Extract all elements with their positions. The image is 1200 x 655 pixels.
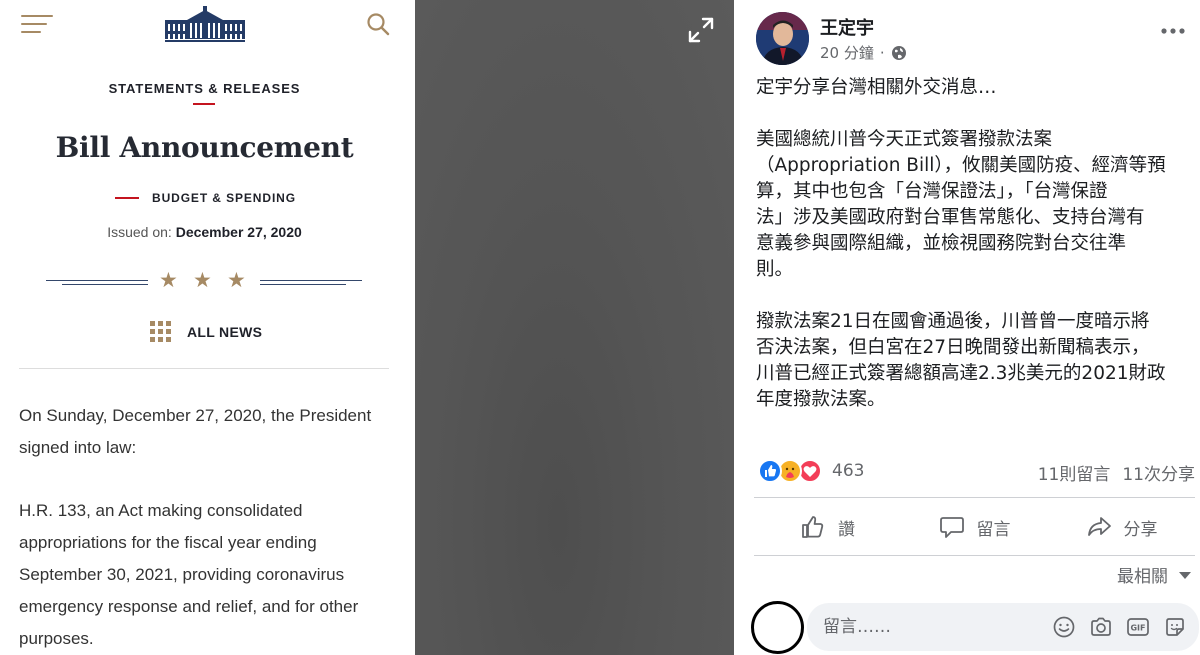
image-viewer[interactable]: [415, 0, 734, 655]
gif-icon[interactable]: GIF: [1126, 615, 1150, 639]
star-divider: ★ ★ ★: [46, 268, 362, 298]
sticker-icon[interactable]: [1163, 615, 1187, 639]
category-dash: [115, 197, 139, 199]
post-stats: 11則留言 11次分享: [1038, 460, 1195, 485]
whitehouse-page: STATEMENTS & RELEASES Bill Announcement …: [0, 0, 415, 655]
share-label: 分享: [1123, 519, 1158, 540]
category-link[interactable]: BUDGET & SPENDING: [115, 191, 296, 205]
hamburger-menu-icon[interactable]: [21, 15, 53, 33]
article-body: On Sunday, December 27, 2020, the Presid…: [19, 400, 399, 655]
post-paragraph: 撥款法案21日在國會通過後，川普曾一度暗示將 否決法案，但白宮在27日晚間發出新…: [756, 311, 1166, 410]
comment-count[interactable]: 11則留言: [1038, 460, 1111, 485]
article-paragraph: On Sunday, December 27, 2020, the Presid…: [19, 406, 372, 457]
post-meta: 20 分鐘 ·: [820, 42, 907, 63]
post-paragraph: 美國總統川普今天正式簽署撥款法案 （Appropriation Bill），攸關…: [756, 129, 1166, 280]
camera-icon[interactable]: [1089, 615, 1113, 639]
section-underline: [193, 103, 215, 105]
like-label: 讚: [838, 519, 855, 540]
share-button[interactable]: 分享: [1048, 506, 1195, 548]
comment-label: 留言: [976, 519, 1011, 540]
commenter-avatar: [751, 601, 804, 654]
svg-text:GIF: GIF: [1130, 624, 1145, 633]
post-paragraph: 定宇分享台灣相關外交消息…: [756, 77, 997, 98]
grid-icon: [150, 321, 171, 342]
search-icon[interactable]: [366, 12, 390, 36]
like-button[interactable]: 讚: [754, 506, 901, 548]
section-heading[interactable]: STATEMENTS & RELEASES: [0, 81, 409, 96]
comment-box[interactable]: GIF: [807, 603, 1199, 651]
issued-date: Issued on: December 27, 2020: [0, 224, 409, 240]
avatar[interactable]: [756, 12, 809, 65]
article-paragraph: H.R. 133, an Act making consolidated app…: [19, 501, 359, 648]
sort-label: 最相關: [1117, 567, 1168, 587]
post-time[interactable]: 20 分鐘: [820, 42, 874, 63]
reactions-summary[interactable]: 463: [758, 458, 864, 484]
caret-down-icon: [1179, 571, 1191, 579]
star-icon: ★: [193, 268, 212, 292]
issued-label: Issued on:: [107, 224, 172, 240]
expand-icon[interactable]: [687, 16, 715, 44]
share-arrow-icon: [1087, 517, 1111, 536]
globe-icon: [891, 45, 906, 60]
star-icon: ★: [227, 268, 246, 292]
post-actions: 讚 留言 分享: [754, 506, 1195, 548]
reaction-count: 463: [832, 461, 865, 481]
comment-button[interactable]: 留言: [901, 506, 1048, 548]
post-text: 定宇分享台灣相關外交消息… 美國總統川普今天正式簽署撥款法案 （Appropri…: [756, 75, 1196, 439]
all-news-link[interactable]: ALL NEWS: [150, 321, 262, 342]
comment-sort-dropdown[interactable]: 最相關: [1117, 562, 1192, 587]
more-options-icon[interactable]: [1160, 25, 1186, 37]
divider: [754, 555, 1195, 556]
emoji-icon[interactable]: [1052, 615, 1076, 639]
all-news-label: ALL NEWS: [187, 323, 263, 340]
page-title: Bill Announcement: [55, 131, 354, 164]
comment-input[interactable]: [823, 613, 1023, 641]
comment-bubble-icon: [939, 517, 964, 538]
divider: [754, 497, 1195, 498]
meta-separator: ·: [879, 43, 885, 62]
thumbs-up-icon: [802, 516, 824, 538]
white-house-logo[interactable]: [165, 6, 245, 42]
star-icon: ★: [159, 268, 178, 292]
issued-date-value: December 27, 2020: [175, 224, 302, 240]
category-label: BUDGET & SPENDING: [152, 191, 296, 205]
share-count[interactable]: 11次分享: [1122, 460, 1195, 485]
facebook-post: 王定宇 20 分鐘 · 定宇分享台灣相關外交消息… 美國總統川普今天正式簽署撥款…: [734, 0, 1200, 655]
divider: [19, 368, 389, 369]
post-author[interactable]: 王定宇: [820, 14, 874, 40]
like-reaction-icon: [758, 459, 782, 483]
